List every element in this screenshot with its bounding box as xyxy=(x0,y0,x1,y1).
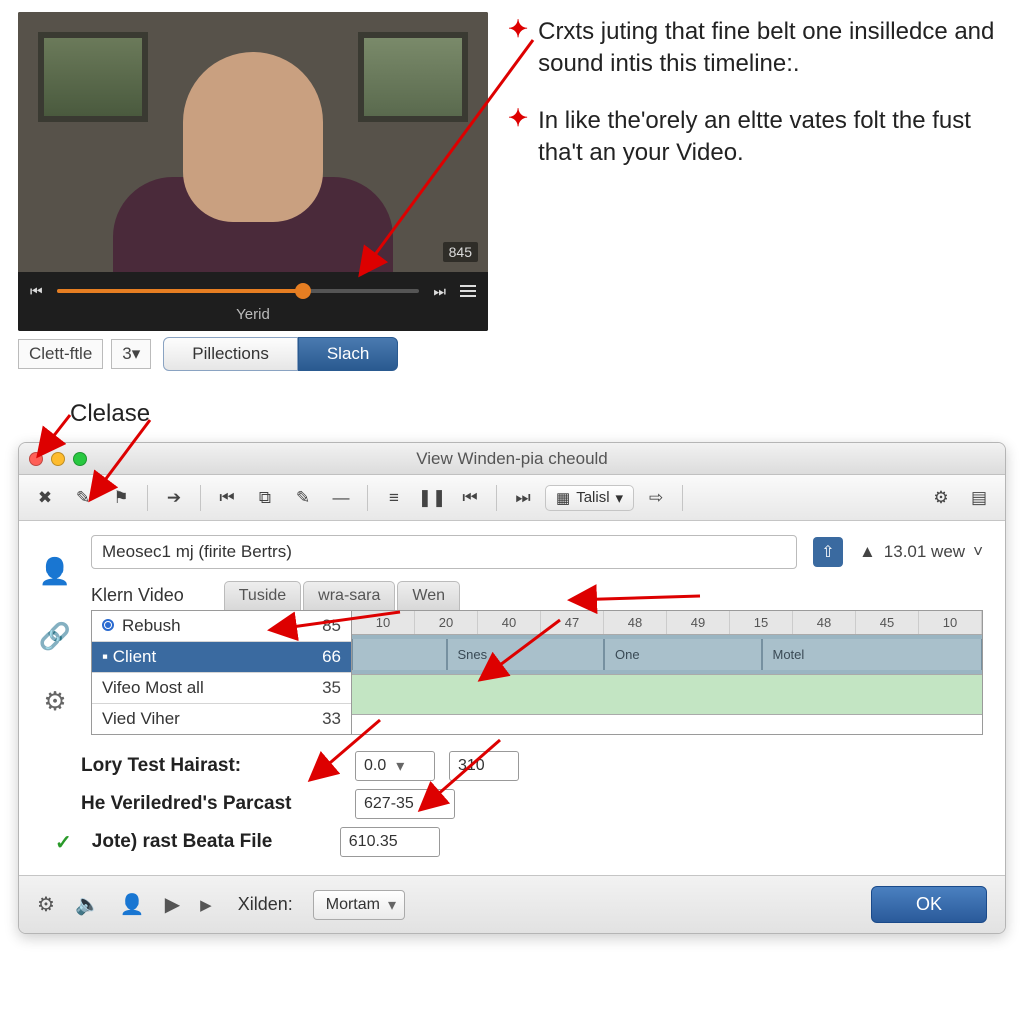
clelase-label: Clelase xyxy=(70,400,150,428)
minimize-window-icon[interactable] xyxy=(51,452,65,466)
seg-slach[interactable]: Slach xyxy=(298,337,399,371)
chevron-down-icon[interactable]: ˅ xyxy=(973,542,983,562)
pin-icon[interactable]: ✖ xyxy=(29,484,61,512)
list-item[interactable]: Vied Viher33 xyxy=(92,704,351,734)
list-item[interactable]: Vifeo Most all35 xyxy=(92,673,351,704)
clip[interactable]: Motel xyxy=(762,639,983,670)
frame-counter: 845 xyxy=(443,242,478,262)
person-icon[interactable]: 👤 xyxy=(120,892,145,917)
rewind-icon[interactable]: ⏮ xyxy=(454,484,486,512)
lory-field2[interactable]: 310 xyxy=(449,751,519,781)
link-icon[interactable]: 🔗 xyxy=(39,621,71,652)
video-player: 845 ⏮ ⏭ Yerid xyxy=(18,12,488,331)
video-track[interactable]: Snes One Motel xyxy=(352,635,982,675)
close-window-icon[interactable] xyxy=(29,452,43,466)
scrub-thumb[interactable] xyxy=(295,283,311,299)
project-name-input[interactable] xyxy=(91,535,797,569)
clett-ftle-label: Clett-ftle xyxy=(18,339,103,369)
seg-pillections[interactable]: Pillections xyxy=(163,337,298,371)
toolbar: ✖ ✎ ⚑ ➔ ⏮ ⧉ ✎ — ≡ ❚❚ ⏮ ⏭ ▦ Talisl ▾ ⇨ ⚙ … xyxy=(19,475,1005,521)
three-dropdown[interactable]: 3▾ xyxy=(111,339,151,369)
cards-icon[interactable]: ▤ xyxy=(963,484,995,512)
lory-label: Lory Test Hairast: xyxy=(81,755,341,777)
beata-label: Jote) rast Beata File xyxy=(92,831,326,853)
callout-text-2: In like the'orely an eltte vates folt th… xyxy=(538,105,1006,170)
wall-picture-left xyxy=(38,32,148,122)
prev-icon[interactable]: ⏮ xyxy=(30,283,43,300)
talisl-dropdown[interactable]: ▦ Talisl ▾ xyxy=(545,485,634,511)
edit-icon[interactable]: ✎ xyxy=(287,484,319,512)
wall-picture-right xyxy=(358,32,468,122)
ok-button[interactable]: OK xyxy=(871,886,987,923)
settings-icon[interactable]: ⚙ xyxy=(43,686,66,717)
player-caption: Yerid xyxy=(30,300,476,323)
tab-wen[interactable]: Wen xyxy=(397,581,460,610)
segment-control[interactable]: Pillections Slach xyxy=(163,337,398,371)
list-item[interactable]: ▪ Client 66 xyxy=(92,642,351,673)
minus-icon[interactable]: — xyxy=(325,484,357,512)
play-small-icon[interactable]: ▶ xyxy=(200,896,212,914)
klern-video-label: Klern Video xyxy=(91,585,184,606)
timeline-ruler: 10204047484915484510 xyxy=(352,611,982,635)
pencil-icon[interactable]: ✎ xyxy=(67,484,99,512)
check-icon: ✓ xyxy=(55,830,72,855)
justify-icon[interactable]: ≡ xyxy=(378,484,410,512)
user-icon[interactable]: 👤 xyxy=(39,556,71,587)
gear-icon[interactable]: ⚙ xyxy=(925,484,957,512)
pause-icon[interactable]: ❚❚ xyxy=(416,484,448,512)
bullet-icon: ✦ xyxy=(508,16,528,81)
callout-text-1: Crxts juting that fine belt one insilled… xyxy=(538,16,1006,81)
person-icon: ▲ xyxy=(859,542,876,562)
skip-start-icon[interactable]: ⏮ xyxy=(211,484,243,512)
upload-button[interactable]: ⇧ xyxy=(813,537,843,567)
volume-icon[interactable]: 🔈 xyxy=(75,892,100,917)
clip[interactable]: Snes xyxy=(447,639,605,670)
bullet-icon: ✦ xyxy=(508,105,528,170)
xilden-select[interactable]: Mortam xyxy=(313,890,405,920)
gear-icon[interactable]: ⚙ xyxy=(37,892,55,917)
flag-icon[interactable]: ⚑ xyxy=(105,484,137,512)
lory-combo[interactable]: 0.0 xyxy=(355,751,435,781)
xilden-label: Xilden: xyxy=(238,894,293,915)
tab-wra-sara[interactable]: wra-sara xyxy=(303,581,395,610)
parcast-label: He Veriledred's Parcast xyxy=(81,793,341,815)
source-list: Rebush 85 ▪ Client 66 Vifeo Most all35 V… xyxy=(92,611,352,734)
group-icon[interactable]: ⧉ xyxy=(249,484,281,512)
beata-field[interactable]: 610.35 xyxy=(340,827,440,857)
clip[interactable]: One xyxy=(604,639,762,670)
video-frame: 845 xyxy=(18,12,488,272)
timeline[interactable]: 10204047484915484510 Snes One Motel xyxy=(352,611,982,734)
radio-on-icon xyxy=(102,619,114,631)
zoom-window-icon[interactable] xyxy=(73,452,87,466)
play-icon[interactable]: ▶ xyxy=(165,892,180,917)
scrub-track[interactable] xyxy=(57,289,420,293)
next-icon[interactable]: ⏭ xyxy=(433,283,446,300)
list-item[interactable]: Rebush 85 xyxy=(92,611,351,642)
editor-window: View Winden-pia cheould ✖ ✎ ⚑ ➔ ⏮ ⧉ ✎ — … xyxy=(18,442,1006,934)
status-value: 13.01 wew xyxy=(884,542,965,562)
arrow-right-icon[interactable]: ➔ xyxy=(158,484,190,512)
playlist-icon[interactable] xyxy=(460,282,476,300)
titlebar: View Winden-pia cheould xyxy=(19,443,1005,475)
parcast-field[interactable]: 627-35 xyxy=(355,789,455,819)
tab-tuside[interactable]: Tuside xyxy=(224,581,301,610)
forward-icon[interactable]: ⏭ xyxy=(507,484,539,512)
window-footer: ⚙ 🔈 👤 ▶ ▶ Xilden: Mortam OK xyxy=(19,875,1005,933)
audio-track[interactable] xyxy=(352,675,982,715)
export-icon[interactable]: ⇨ xyxy=(640,484,672,512)
callout-list: ✦ Crxts juting that fine belt one insill… xyxy=(508,12,1006,371)
window-title: View Winden-pia cheould xyxy=(416,449,608,469)
